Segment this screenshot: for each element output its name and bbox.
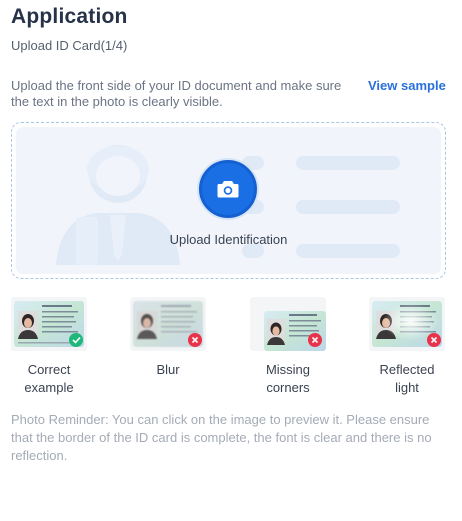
photo-reminder: Photo Reminder: You can click on the ima… — [11, 412, 432, 463]
instructions-text: Upload the front side of your ID documen… — [11, 78, 342, 109]
example-thumbnail[interactable] — [11, 297, 87, 351]
example-blur[interactable]: Blur — [130, 297, 206, 379]
example-correct[interactable]: Correct example — [11, 297, 87, 397]
error-badge — [308, 333, 322, 347]
example-reflected-light[interactable]: Reflected light — [369, 297, 445, 397]
check-icon — [71, 336, 81, 344]
step-indicator: Upload ID Card(1/4) — [11, 38, 128, 53]
example-label: Missing corners — [265, 362, 311, 395]
example-thumbnail[interactable] — [130, 297, 206, 351]
example-label: Correct example — [24, 362, 74, 395]
close-icon — [311, 336, 319, 344]
camera-upload-button[interactable] — [199, 160, 257, 218]
example-missing-corners[interactable]: Missing corners — [250, 297, 326, 397]
example-thumbnail[interactable] — [369, 297, 445, 351]
upload-label: Upload Identification — [169, 232, 288, 247]
upload-dropzone[interactable]: Upload Identification — [11, 122, 446, 279]
close-icon — [430, 336, 438, 344]
examples-row: Correct example Blur Missing corners Ref… — [11, 297, 448, 397]
camera-icon — [217, 181, 239, 198]
page-title: Application — [11, 5, 128, 28]
error-badge — [427, 333, 441, 347]
view-sample-link[interactable]: View sample — [368, 78, 446, 93]
check-badge — [69, 333, 83, 347]
error-badge — [188, 333, 202, 347]
close-icon — [191, 336, 199, 344]
example-label: Blur — [156, 362, 180, 377]
example-thumbnail[interactable] — [250, 297, 326, 351]
example-label: Reflected light — [379, 362, 435, 395]
